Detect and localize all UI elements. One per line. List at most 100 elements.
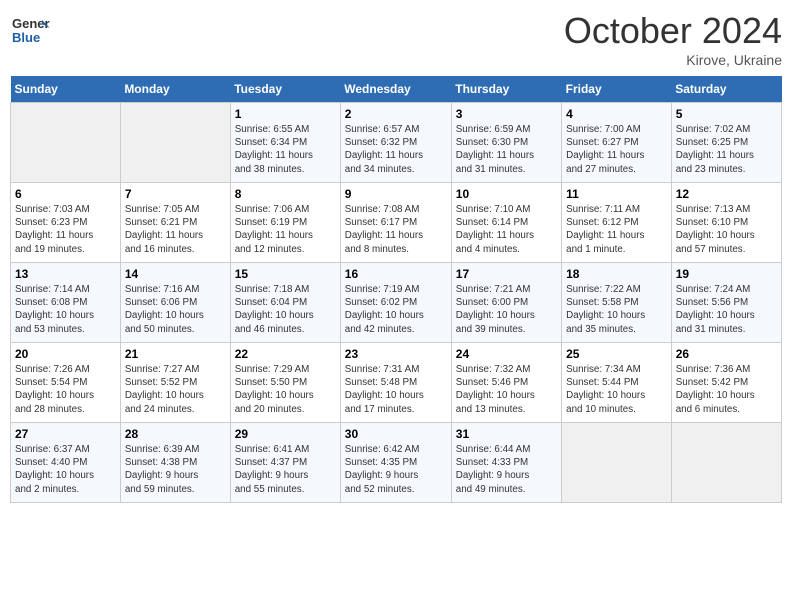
day-info: Sunrise: 6:57 AMSunset: 6:32 PMDaylight:… [345, 123, 447, 176]
calendar-week-row: 6 Sunrise: 7:03 AMSunset: 6:23 PMDaylight… [11, 183, 782, 263]
day-info: Sunrise: 6:44 AMSunset: 4:33 PMDaylight:… [456, 443, 557, 496]
day-number: 21 [125, 347, 226, 361]
calendar-cell: 7 Sunrise: 7:05 AMSunset: 6:21 PMDaylight… [120, 183, 230, 263]
location: Kirove, Ukraine [564, 52, 782, 68]
weekday-header: Sunday [11, 76, 121, 103]
month-title: October 2024 [564, 10, 782, 52]
calendar-cell: 8 Sunrise: 7:06 AMSunset: 6:19 PMDaylight… [230, 183, 340, 263]
day-info: Sunrise: 7:03 AMSunset: 6:23 PMDaylight:… [15, 203, 116, 256]
calendar-cell [671, 423, 781, 503]
day-number: 9 [345, 187, 447, 201]
calendar-cell: 29 Sunrise: 6:41 AMSunset: 4:37 PMDayligh… [230, 423, 340, 503]
page-header: General Blue October 2024 Kirove, Ukrain… [10, 10, 782, 68]
day-info: Sunrise: 7:00 AMSunset: 6:27 PMDaylight:… [566, 123, 667, 176]
day-info: Sunrise: 7:36 AMSunset: 5:42 PMDaylight:… [676, 363, 777, 416]
day-info: Sunrise: 7:32 AMSunset: 5:46 PMDaylight:… [456, 363, 557, 416]
day-info: Sunrise: 7:21 AMSunset: 6:00 PMDaylight:… [456, 283, 557, 336]
calendar-cell: 12 Sunrise: 7:13 AMSunset: 6:10 PMDayligh… [671, 183, 781, 263]
day-info: Sunrise: 7:24 AMSunset: 5:56 PMDaylight:… [676, 283, 777, 336]
calendar-week-row: 13 Sunrise: 7:14 AMSunset: 6:08 PMDayligh… [11, 263, 782, 343]
weekday-header: Monday [120, 76, 230, 103]
day-info: Sunrise: 6:55 AMSunset: 6:34 PMDaylight:… [235, 123, 336, 176]
calendar-week-row: 20 Sunrise: 7:26 AMSunset: 5:54 PMDayligh… [11, 343, 782, 423]
weekday-header: Wednesday [340, 76, 451, 103]
day-number: 4 [566, 107, 667, 121]
day-info: Sunrise: 7:27 AMSunset: 5:52 PMDaylight:… [125, 363, 226, 416]
day-info: Sunrise: 7:08 AMSunset: 6:17 PMDaylight:… [345, 203, 447, 256]
calendar-cell: 15 Sunrise: 7:18 AMSunset: 6:04 PMDayligh… [230, 263, 340, 343]
day-number: 20 [15, 347, 116, 361]
svg-text:Blue: Blue [12, 30, 40, 45]
day-number: 8 [235, 187, 336, 201]
calendar-cell: 19 Sunrise: 7:24 AMSunset: 5:56 PMDayligh… [671, 263, 781, 343]
day-info: Sunrise: 7:14 AMSunset: 6:08 PMDaylight:… [15, 283, 116, 336]
day-info: Sunrise: 7:02 AMSunset: 6:25 PMDaylight:… [676, 123, 777, 176]
day-number: 23 [345, 347, 447, 361]
day-info: Sunrise: 7:22 AMSunset: 5:58 PMDaylight:… [566, 283, 667, 336]
day-number: 18 [566, 267, 667, 281]
day-info: Sunrise: 7:18 AMSunset: 6:04 PMDaylight:… [235, 283, 336, 336]
calendar-cell: 11Sunrise: 7:11 AMSunset: 6:12 PMDayligh… [562, 183, 672, 263]
calendar-cell: 27Sunrise: 6:37 AMSunset: 4:40 PMDayligh… [11, 423, 121, 503]
calendar-cell: 6 Sunrise: 7:03 AMSunset: 6:23 PMDaylight… [11, 183, 121, 263]
day-info: Sunrise: 7:06 AMSunset: 6:19 PMDaylight:… [235, 203, 336, 256]
day-number: 1 [235, 107, 336, 121]
calendar-week-row: 1 Sunrise: 6:55 AMSunset: 6:34 PMDaylight… [11, 103, 782, 183]
calendar-cell: 31 Sunrise: 6:44 AMSunset: 4:33 PMDayligh… [451, 423, 561, 503]
day-number: 14 [125, 267, 226, 281]
calendar-cell: 5 Sunrise: 7:02 AMSunset: 6:25 PMDaylight… [671, 103, 781, 183]
calendar-cell: 13 Sunrise: 7:14 AMSunset: 6:08 PMDayligh… [11, 263, 121, 343]
calendar-cell: 14 Sunrise: 7:16 AMSunset: 6:06 PMDayligh… [120, 263, 230, 343]
day-number: 30 [345, 427, 447, 441]
day-info: Sunrise: 6:59 AMSunset: 6:30 PMDaylight:… [456, 123, 557, 176]
day-info: Sunrise: 7:26 AMSunset: 5:54 PMDaylight:… [15, 363, 116, 416]
logo: General Blue [10, 10, 54, 50]
day-number: 3 [456, 107, 557, 121]
weekday-header: Friday [562, 76, 672, 103]
calendar-cell: 25Sunrise: 7:34 AMSunset: 5:44 PMDayligh… [562, 343, 672, 423]
weekday-header: Tuesday [230, 76, 340, 103]
calendar-cell [120, 103, 230, 183]
day-number: 19 [676, 267, 777, 281]
day-number: 31 [456, 427, 557, 441]
day-number: 24 [456, 347, 557, 361]
calendar-cell: 24 Sunrise: 7:32 AMSunset: 5:46 PMDayligh… [451, 343, 561, 423]
day-number: 27 [15, 427, 116, 441]
day-number: 17 [456, 267, 557, 281]
calendar-cell: 21 Sunrise: 7:27 AMSunset: 5:52 PMDayligh… [120, 343, 230, 423]
day-number: 13 [15, 267, 116, 281]
day-number: 26 [676, 347, 777, 361]
calendar-cell: 3 Sunrise: 6:59 AMSunset: 6:30 PMDaylight… [451, 103, 561, 183]
day-info: Sunrise: 7:05 AMSunset: 6:21 PMDaylight:… [125, 203, 226, 256]
calendar-cell: 2 Sunrise: 6:57 AMSunset: 6:32 PMDaylight… [340, 103, 451, 183]
weekday-header: Saturday [671, 76, 781, 103]
calendar-cell [562, 423, 672, 503]
day-number: 6 [15, 187, 116, 201]
day-info: Sunrise: 7:19 AMSunset: 6:02 PMDaylight:… [345, 283, 447, 336]
day-info: Sunrise: 7:10 AMSunset: 6:14 PMDaylight:… [456, 203, 557, 256]
calendar-cell: 20 Sunrise: 7:26 AMSunset: 5:54 PMDayligh… [11, 343, 121, 423]
day-info: Sunrise: 7:13 AMSunset: 6:10 PMDaylight:… [676, 203, 777, 256]
day-info: Sunrise: 6:39 AMSunset: 4:38 PMDaylight:… [125, 443, 226, 496]
day-number: 29 [235, 427, 336, 441]
calendar-week-row: 27Sunrise: 6:37 AMSunset: 4:40 PMDayligh… [11, 423, 782, 503]
day-info: Sunrise: 7:34 AMSunset: 5:44 PMDaylight:… [566, 363, 667, 416]
day-info: Sunrise: 7:31 AMSunset: 5:48 PMDaylight:… [345, 363, 447, 416]
day-number: 10 [456, 187, 557, 201]
day-number: 15 [235, 267, 336, 281]
day-info: Sunrise: 6:41 AMSunset: 4:37 PMDaylight:… [235, 443, 336, 496]
calendar-cell: 10 Sunrise: 7:10 AMSunset: 6:14 PMDayligh… [451, 183, 561, 263]
day-number: 5 [676, 107, 777, 121]
day-number: 2 [345, 107, 447, 121]
calendar-cell: 1 Sunrise: 6:55 AMSunset: 6:34 PMDaylight… [230, 103, 340, 183]
calendar-cell: 16Sunrise: 7:19 AMSunset: 6:02 PMDayligh… [340, 263, 451, 343]
day-number: 7 [125, 187, 226, 201]
calendar-cell: 26 Sunrise: 7:36 AMSunset: 5:42 PMDayligh… [671, 343, 781, 423]
day-info: Sunrise: 6:42 AMSunset: 4:35 PMDaylight:… [345, 443, 447, 496]
day-number: 12 [676, 187, 777, 201]
calendar-cell [11, 103, 121, 183]
day-info: Sunrise: 7:16 AMSunset: 6:06 PMDaylight:… [125, 283, 226, 336]
weekday-header-row: SundayMondayTuesdayWednesdayThursdayFrid… [11, 76, 782, 103]
weekday-header: Thursday [451, 76, 561, 103]
day-info: Sunrise: 7:29 AMSunset: 5:50 PMDaylight:… [235, 363, 336, 416]
